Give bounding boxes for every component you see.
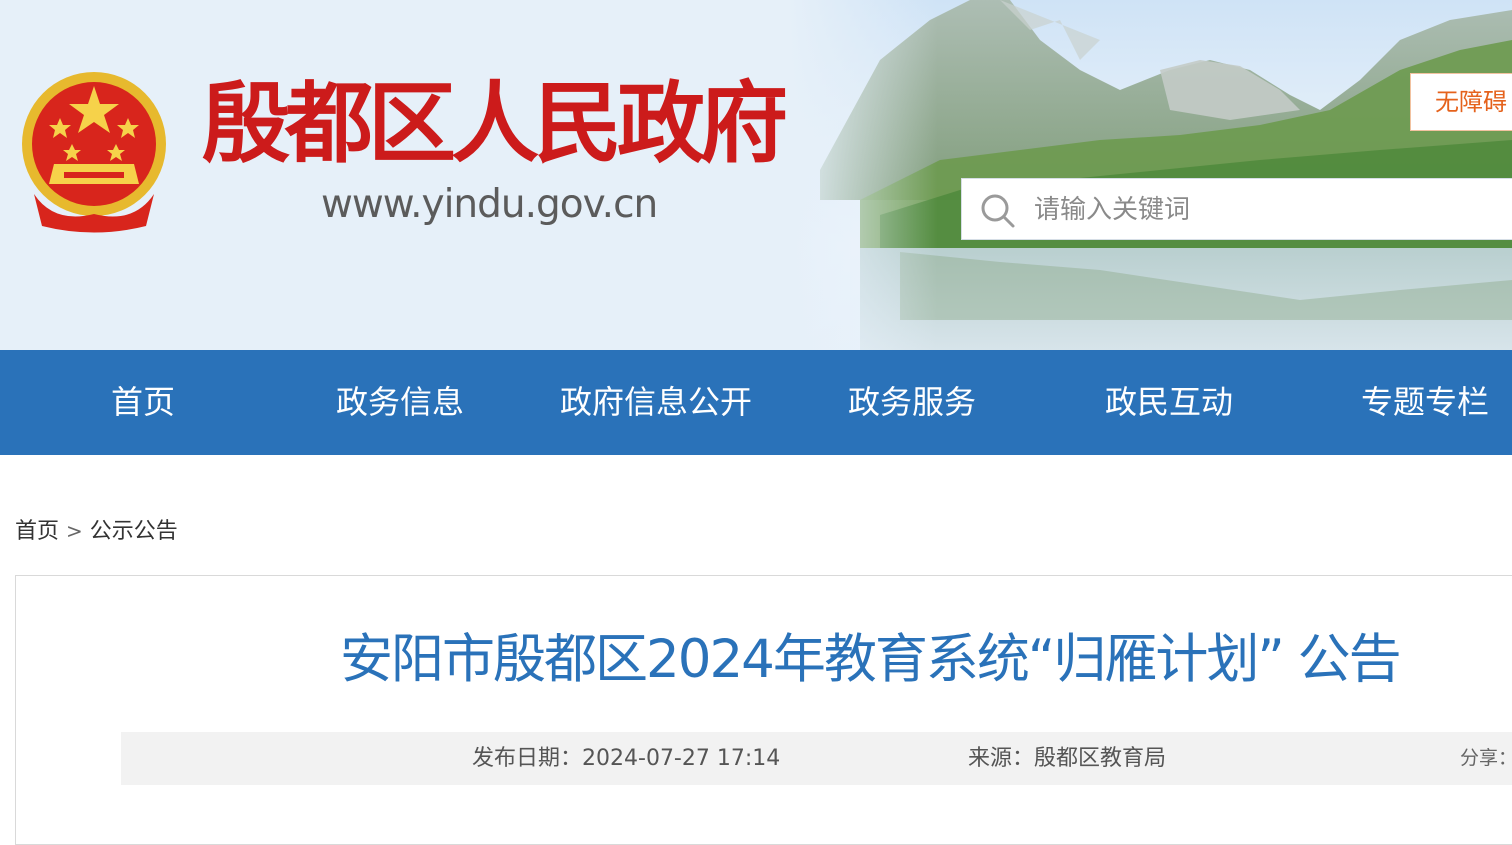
accessibility-button[interactable]: 无障碍 bbox=[1410, 73, 1512, 131]
search-icon[interactable] bbox=[980, 193, 1016, 229]
article-meta-bar: 发布日期：2024-07-27 17:14 来源：殷都区教育局 分享： bbox=[121, 732, 1512, 785]
search-box[interactable] bbox=[961, 178, 1512, 240]
nav-item-special-topics[interactable]: 专题专栏 bbox=[1361, 350, 1489, 455]
nav-item-information-disclosure[interactable]: 政府信息公开 bbox=[560, 350, 752, 455]
nav-item-home[interactable]: 首页 bbox=[111, 350, 175, 455]
search-input[interactable] bbox=[1032, 187, 1512, 233]
article-title: 安阳市殷都区2024年教育系统“归雁计划” 公告 bbox=[340, 629, 1402, 690]
header-banner: 殷都区人民政府 www.yindu.gov.cn 无障碍 bbox=[0, 0, 1512, 350]
national-emblem-icon bbox=[22, 72, 166, 233]
breadcrumb-separator: > bbox=[66, 519, 83, 543]
breadcrumb: 首页 > 公示公告 bbox=[15, 514, 178, 549]
article-container bbox=[15, 575, 1512, 845]
share-label: 分享： bbox=[1460, 747, 1512, 769]
nav-item-government-services[interactable]: 政务服务 bbox=[848, 350, 976, 455]
article-source: 来源：殷都区教育局 bbox=[968, 732, 1166, 785]
source-label: 来源： bbox=[968, 746, 1035, 771]
publish-date-value: 2024-07-27 17:14 bbox=[582, 746, 781, 771]
publish-date: 发布日期：2024-07-27 17:14 bbox=[472, 732, 780, 785]
breadcrumb-home-link[interactable]: 首页 bbox=[15, 519, 59, 544]
nav-item-public-interaction[interactable]: 政民互动 bbox=[1105, 350, 1233, 455]
publish-date-label: 发布日期： bbox=[472, 746, 583, 771]
main-nav: 首页 政务信息 政府信息公开 政务服务 政民互动 专题专栏 bbox=[0, 350, 1512, 455]
nav-item-government-news[interactable]: 政务信息 bbox=[336, 350, 464, 455]
breadcrumb-current-link[interactable]: 公示公告 bbox=[90, 519, 178, 544]
site-title: 殷都区人民政府 bbox=[202, 72, 788, 175]
landscape-background bbox=[0, 0, 1512, 350]
site-url: www.yindu.gov.cn bbox=[321, 182, 658, 227]
source-value: 殷都区教育局 bbox=[1034, 746, 1167, 771]
